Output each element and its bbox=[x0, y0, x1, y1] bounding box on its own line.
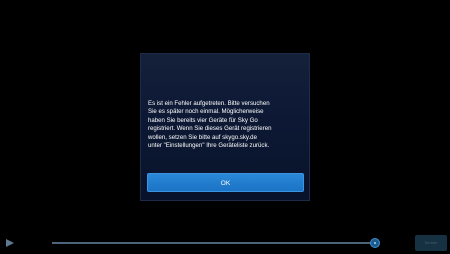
ok-button[interactable]: OK bbox=[147, 173, 304, 192]
error-message: Es ist ein Fehler aufgetreten. Bitte ver… bbox=[148, 100, 272, 150]
progress-fill bbox=[52, 242, 371, 244]
channel-button[interactable]: Sender bbox=[415, 235, 447, 251]
progress-handle[interactable] bbox=[370, 238, 380, 248]
progress-bar[interactable] bbox=[52, 242, 374, 244]
video-player-screen: Es ist ein Fehler aufgetreten. Bitte ver… bbox=[0, 0, 450, 254]
error-dialog: Es ist ein Fehler aufgetreten. Bitte ver… bbox=[140, 53, 310, 201]
play-icon[interactable] bbox=[6, 239, 14, 247]
